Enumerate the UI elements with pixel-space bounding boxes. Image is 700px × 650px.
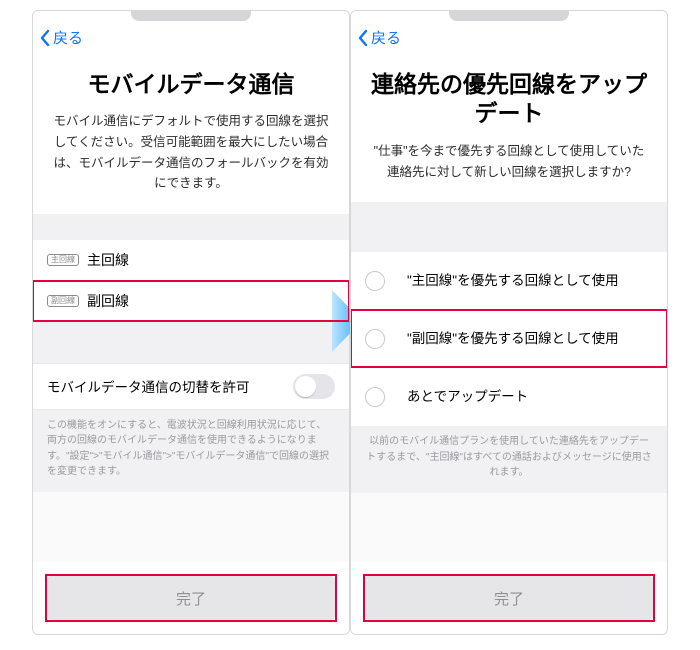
done-button[interactable]: 完了 [365,576,653,620]
header: 連絡先の優先回線をアップデート "仕事"を今まで優先する回線として使用していた連… [351,54,667,202]
section-gap [351,202,667,252]
option-secondary[interactable]: "副回線"を優先する回線として使用 [351,310,667,368]
radio-icon [365,271,385,291]
back-label: 戻る [371,27,401,48]
chevron-left-icon [39,29,51,47]
line-badge: 主回線 [47,254,79,266]
page-desc: モバイル通信にデフォルトで使用する回線を選択してください。受信可能範囲を最大にし… [51,111,331,194]
section-gap [33,214,349,240]
line-label: 副回線 [87,291,129,311]
screen-right: 戻る 連絡先の優先回線をアップデート "仕事"を今まで優先する回線として使用して… [350,10,668,635]
screen-left: 戻る モバイルデータ通信 モバイル通信にデフォルトで使用する回線を選択してくださ… [32,10,350,635]
section-gap [33,321,349,363]
page-title: モバイルデータ通信 [51,70,331,99]
option-label: "主回線"を優先する回線として使用 [407,271,619,291]
option-label: "副回線"を優先する回線として使用 [407,329,619,349]
page-desc: "仕事"を今まで優先する回線として使用していた連絡先に対して新しい回線を選択しま… [369,141,649,182]
toggle-switch[interactable] [293,374,335,399]
option-later[interactable]: あとでアップデート [351,368,667,426]
radio-icon [365,387,385,407]
option-list: "主回線"を優先する回線として使用 "副回線"を優先する回線として使用 あとでア… [351,252,667,426]
line-row-secondary[interactable]: 副回線 副回線 [33,281,349,321]
header: モバイルデータ通信 モバイル通信にデフォルトで使用する回線を選択してください。受… [33,54,349,214]
option-primary[interactable]: "主回線"を優先する回線として使用 [351,252,667,310]
highlight-box [32,280,350,322]
page-title: 連絡先の優先回線をアップデート [369,70,649,129]
back-label: 戻る [53,27,83,48]
back-button[interactable]: 戻る [357,27,401,48]
line-label: 主回線 [87,250,129,270]
footer: 完了 [33,562,349,634]
notch [449,11,569,21]
toggle-row-fallback[interactable]: モバイルデータ通信の切替を許可 [33,363,349,410]
notch [131,11,251,21]
back-button[interactable]: 戻る [39,27,83,48]
chevron-left-icon [357,29,369,47]
option-label: あとでアップデート [407,387,528,407]
help-text: この機能をオンにすると、電波状況と回線利用状況に応じて、両方の回線のモバイルデー… [33,410,349,492]
footer: 完了 [351,562,667,634]
done-button[interactable]: 完了 [47,576,335,620]
help-text: 以前のモバイル通信プランを使用していた連絡先をアップデートするまで、"主回線"は… [351,426,667,493]
line-list: 主回線 主回線 副回線 副回線 [33,240,349,321]
line-badge: 副回線 [47,295,79,307]
toggle-label: モバイルデータ通信の切替を許可 [47,376,250,396]
line-row-primary[interactable]: 主回線 主回線 [33,240,349,281]
radio-icon [365,329,385,349]
